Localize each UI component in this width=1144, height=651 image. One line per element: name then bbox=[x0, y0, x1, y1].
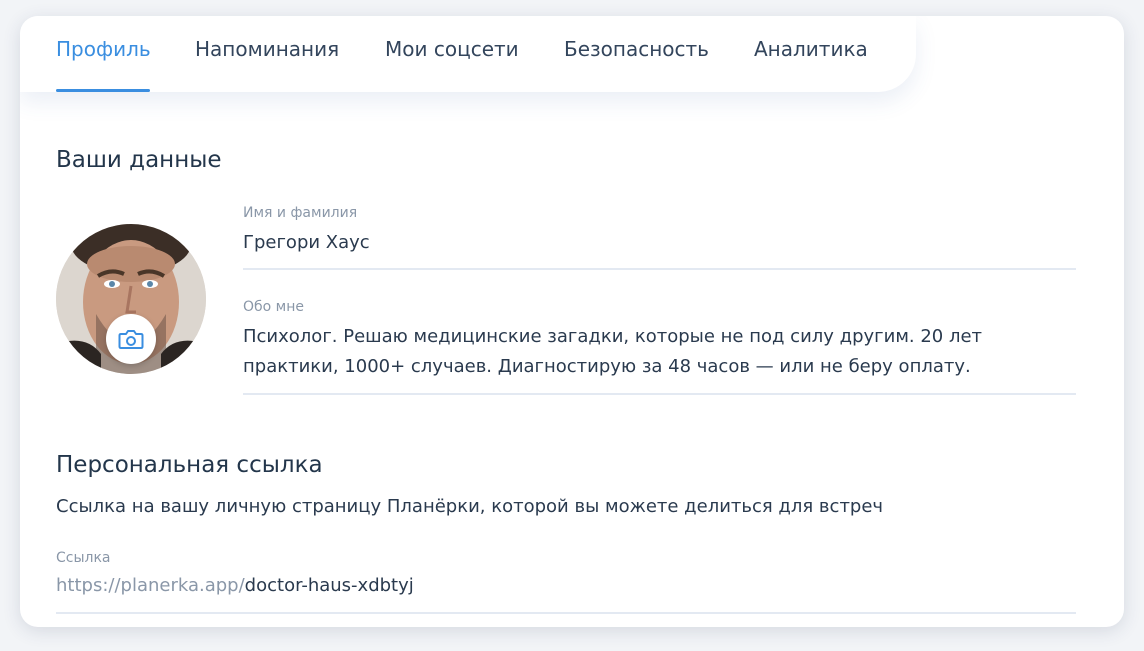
link-prefix: https://planerka.app/ bbox=[56, 575, 245, 596]
change-avatar-button[interactable] bbox=[106, 314, 156, 364]
tab-profile[interactable]: Профиль bbox=[56, 36, 151, 62]
camera-icon bbox=[118, 330, 144, 349]
profile-section-title: Ваши данные bbox=[56, 147, 222, 173]
tab-analytics[interactable]: Аналитика bbox=[754, 36, 868, 62]
tab-reminders[interactable]: Напоминания bbox=[195, 36, 339, 62]
name-divider bbox=[243, 268, 1076, 270]
personal-link-title: Персональная ссылка bbox=[56, 452, 323, 478]
link-label: Ссылка bbox=[56, 550, 111, 566]
about-field[interactable]: Психолог. Решаю медицинские загадки, кот… bbox=[243, 322, 1068, 382]
active-tab-indicator bbox=[56, 89, 150, 92]
about-label: Обо мне bbox=[243, 299, 304, 315]
tab-bar: Профиль Напоминания Мои соцсети Безопасн… bbox=[20, 16, 916, 92]
tab-social[interactable]: Мои соцсети bbox=[385, 36, 519, 62]
settings-card: Профиль Напоминания Мои соцсети Безопасн… bbox=[20, 16, 1124, 627]
personal-link-description: Ссылка на вашу личную страницу Планёрки,… bbox=[56, 496, 884, 517]
link-field[interactable]: https://planerka.app/doctor-haus-xdbtyj bbox=[56, 572, 414, 600]
link-slug[interactable]: doctor-haus-xdbtyj bbox=[245, 575, 414, 596]
name-label: Имя и фамилия bbox=[243, 205, 358, 221]
link-divider bbox=[56, 612, 1076, 614]
about-divider bbox=[243, 393, 1076, 395]
tab-security[interactable]: Безопасность bbox=[564, 36, 709, 62]
name-field[interactable]: Грегори Хаус bbox=[243, 228, 1073, 258]
